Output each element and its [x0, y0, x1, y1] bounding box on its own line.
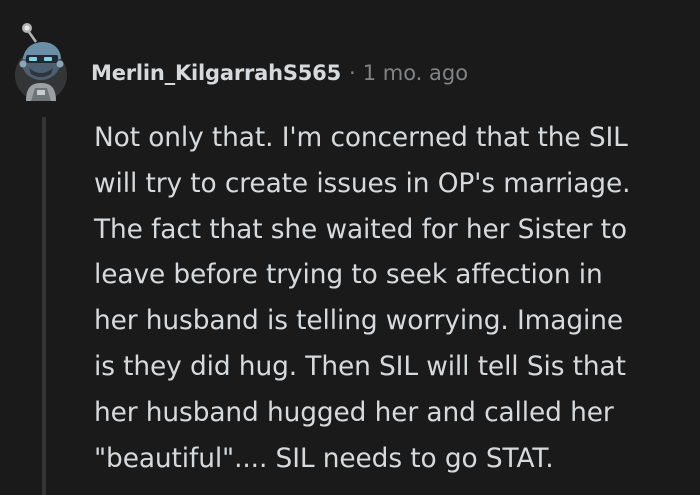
comment: Merlin_KilgarrahS565 · 1 mo. ago Not onl…: [0, 0, 700, 495]
comment-line: Not only that. I'm concerned that the SI…: [94, 122, 628, 153]
username-link[interactable]: Merlin_KilgarrahS565: [91, 61, 341, 85]
comment-line: "beautiful".... SIL needs to go STAT.: [94, 442, 554, 474]
comment-line: her husband is telling worrying. Imagine: [94, 305, 623, 337]
thread-collapse-line[interactable]: [42, 117, 46, 495]
comment-body: Not only that. I'm concerned that the SI…: [94, 115, 694, 481]
timestamp[interactable]: 1 mo. ago: [363, 61, 468, 85]
meta-separator: ·: [349, 61, 356, 85]
comment-line: The fact that she waited for her Sister …: [94, 213, 627, 245]
avatar-icon[interactable]: [15, 22, 71, 104]
comment-line: will try to create issues in OP's marria…: [94, 167, 631, 199]
comment-line: is they did hug. Then SIL will tell Sis …: [94, 350, 626, 382]
comment-header: Merlin_KilgarrahS565 · 1 mo. ago: [91, 58, 468, 88]
comment-line: her husband hugged her and called her: [94, 396, 614, 428]
comment-line: leave before trying to seek affection in: [94, 259, 603, 291]
